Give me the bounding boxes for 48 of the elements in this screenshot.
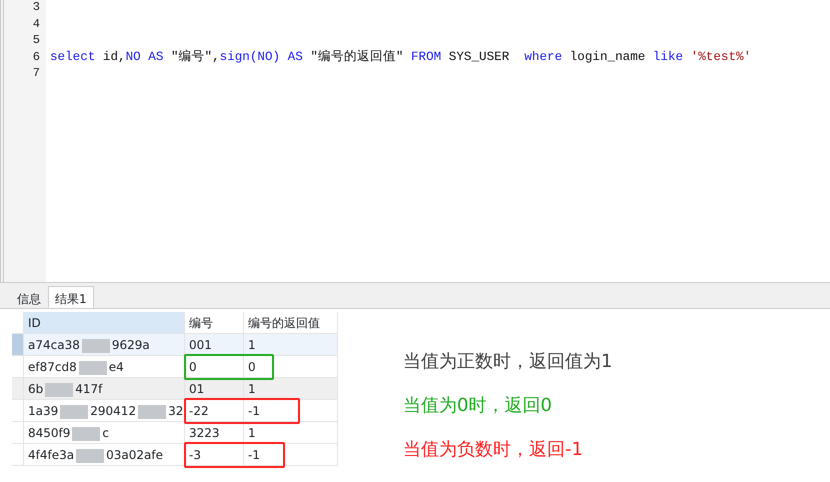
id-text: 417f <box>75 382 102 396</box>
redaction-mark <box>138 404 166 419</box>
id-text: 9629a <box>112 338 150 352</box>
row-header[interactable] <box>12 378 24 400</box>
table-cell: 001 <box>185 334 244 356</box>
column-header[interactable]: ID <box>24 312 185 334</box>
annotation-text: 当值为负数时，返回-1 <box>403 438 584 462</box>
redaction-mark <box>78 360 107 375</box>
id-text: a74ca38 <box>28 338 80 352</box>
line-number: 5 <box>32 32 41 48</box>
table-cell: -1 <box>244 444 338 466</box>
annotation-text: 当值为正数时，返回值为1 <box>403 350 612 374</box>
line-number: 6 <box>32 48 41 65</box>
table-cell: 0 <box>185 356 244 378</box>
redaction-mark <box>82 338 110 353</box>
table-cell: -1 <box>244 400 338 422</box>
table-cell: 1 <box>244 422 338 444</box>
table-cell: 01 <box>185 378 244 400</box>
id-text: 03a02afe <box>106 448 163 462</box>
tab[interactable]: 信息 <box>10 286 48 308</box>
id-text: 4f4fe3a <box>28 448 74 462</box>
table-cell: 1 <box>244 334 338 356</box>
row-header[interactable] <box>12 444 24 466</box>
redaction-mark <box>45 382 74 397</box>
table-cell: 1 <box>244 378 338 400</box>
row-header[interactable] <box>12 422 24 444</box>
id-text: e4 <box>108 360 124 374</box>
id-text: ef87cd8 <box>28 360 77 374</box>
redaction-mark <box>72 426 100 441</box>
id-text: 6b <box>28 382 44 396</box>
tab[interactable]: 结果1 <box>48 286 94 308</box>
annotation-text: 当值为0时，返回0 <box>403 394 553 418</box>
redaction-mark <box>60 404 88 419</box>
id-text: c <box>102 426 110 440</box>
table-cell: -3 <box>185 444 244 466</box>
id-text: 1a39 <box>28 404 58 418</box>
id-text: 32 <box>168 404 184 418</box>
code-line: select id,NO AS "编号",sign(NO) AS "编号的返回值" FROM SYS_USER where login_name like '%test%' <box>50 48 752 65</box>
line-number: 3 <box>32 0 41 16</box>
id-text: 290412 <box>90 404 136 418</box>
line-number: 7 <box>32 65 41 82</box>
row-header[interactable] <box>12 334 24 356</box>
table-cell: 3223 <box>185 422 244 444</box>
redaction-mark <box>76 448 104 463</box>
row-header[interactable] <box>12 400 24 422</box>
line-number: 4 <box>32 16 41 32</box>
table-cell: -22 <box>185 400 244 422</box>
id-text: 8450f9 <box>28 426 70 440</box>
